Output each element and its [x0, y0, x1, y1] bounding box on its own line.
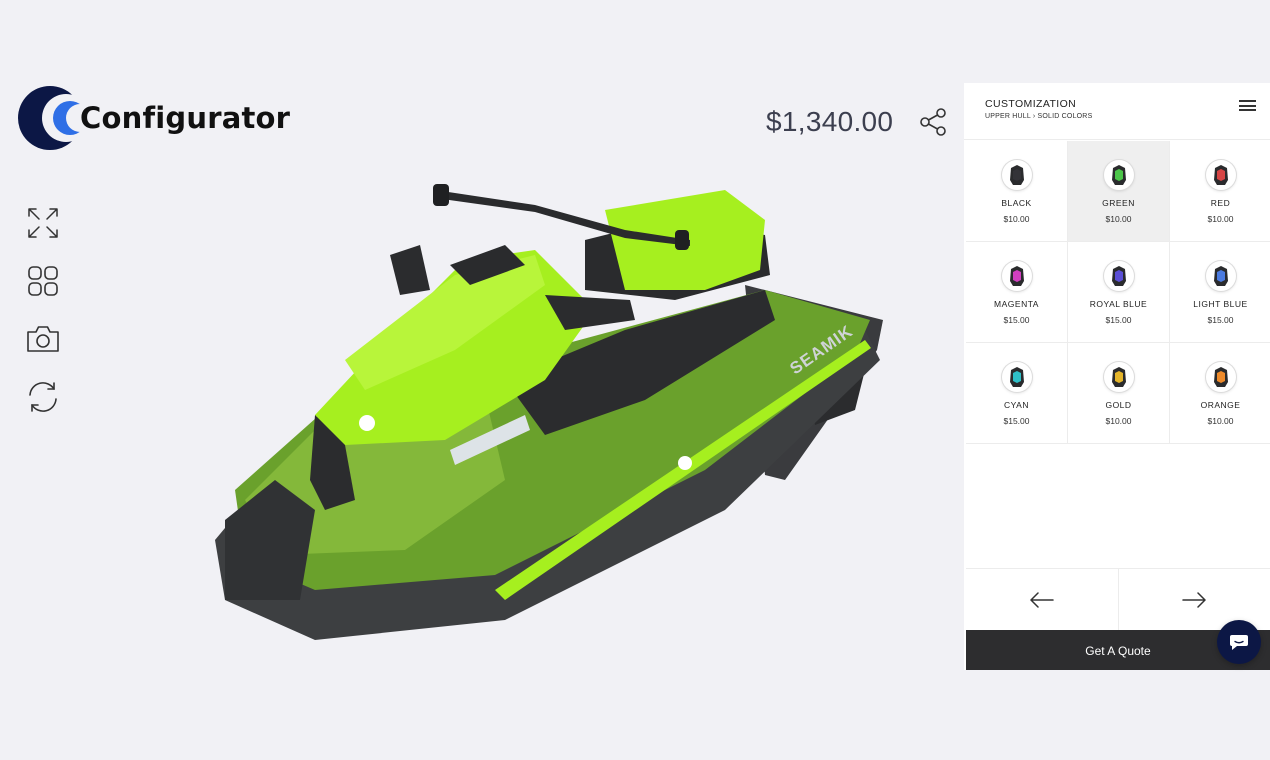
color-name: ORANGE — [1200, 400, 1241, 410]
color-option[interactable]: ORANGE $10.00 — [1170, 343, 1270, 444]
color-name: ROYAL BLUE — [1089, 299, 1148, 309]
camera-icon — [27, 326, 59, 352]
share-icon — [920, 108, 946, 136]
grid-view-button[interactable] — [24, 262, 62, 300]
color-swatch — [1205, 362, 1236, 392]
rotate-button[interactable] — [24, 378, 62, 416]
color-price: $15.00 — [1105, 315, 1132, 325]
panel-header: CUSTOMIZATION UPPER HULL › SOLID COLORS — [964, 83, 1270, 140]
color-price: $10.00 — [1105, 416, 1132, 426]
color-swatch — [1103, 362, 1134, 392]
hamburger-icon-line — [1239, 104, 1256, 107]
color-option[interactable]: RED $10.00 — [1170, 141, 1270, 242]
color-option[interactable]: BLACK $10.00 — [966, 141, 1068, 242]
color-name: CYAN — [1004, 400, 1029, 410]
fullscreen-icon — [28, 208, 58, 238]
customization-panel: CUSTOMIZATION UPPER HULL › SOLID COLORS … — [964, 83, 1270, 670]
rotate-icon — [29, 382, 57, 412]
panel-title: CUSTOMIZATION — [985, 98, 1077, 110]
color-swatch — [1001, 362, 1032, 392]
color-option[interactable]: GREEN $10.00 — [1068, 141, 1170, 242]
jet-ski-color-icon — [1111, 266, 1126, 286]
screenshot-button[interactable] — [24, 320, 62, 358]
color-option[interactable]: LIGHT BLUE $15.00 — [1170, 242, 1270, 343]
chat-button[interactable] — [1217, 620, 1261, 664]
color-swatch — [1205, 261, 1236, 291]
color-name: LIGHT BLUE — [1193, 299, 1248, 309]
color-swatch — [1001, 261, 1032, 291]
color-name: RED — [1210, 198, 1231, 208]
color-option[interactable]: MAGENTA $15.00 — [966, 242, 1068, 343]
color-swatch — [1001, 160, 1032, 190]
arrow-right-icon — [1182, 591, 1206, 608]
color-price: $15.00 — [1003, 416, 1030, 426]
jet-ski-color-icon — [1111, 367, 1126, 387]
jet-ski-image: SEAMIK — [215, 184, 883, 640]
color-price: $15.00 — [1207, 315, 1234, 325]
hamburger-icon-line — [1239, 100, 1256, 102]
color-price: $10.00 — [1207, 416, 1234, 426]
jet-ski-color-icon — [1009, 367, 1024, 387]
arrow-left-icon — [1030, 591, 1054, 608]
menu-button[interactable] — [1239, 100, 1256, 112]
jet-ski-color-icon — [1213, 266, 1228, 286]
jet-ski-color-icon — [1009, 266, 1024, 286]
jet-ski-color-icon — [1213, 165, 1228, 185]
grid-view-icon — [28, 266, 58, 296]
panel-navigation — [966, 568, 1270, 630]
brand-name: Configurator — [80, 101, 291, 135]
color-price: $10.00 — [1105, 214, 1132, 224]
color-price: $10.00 — [1003, 214, 1030, 224]
brand-logo[interactable]: Configurator — [18, 85, 290, 151]
previous-button[interactable] — [966, 569, 1118, 630]
product-viewer[interactable]: SEAMIK — [205, 180, 895, 655]
color-grid: BLACK $10.00 GREEN $10.00 RED $10.00 MAGENTA $1… — [966, 141, 1270, 444]
color-price: $15.00 — [1003, 315, 1030, 325]
hamburger-icon-line — [1239, 109, 1256, 111]
color-option[interactable]: ROYAL BLUE $15.00 — [1068, 242, 1170, 343]
color-option[interactable]: CYAN $15.00 — [966, 343, 1068, 444]
color-price: $10.00 — [1207, 214, 1234, 224]
view-toolbar — [24, 204, 62, 436]
jet-ski-color-icon — [1213, 367, 1228, 387]
color-option[interactable]: GOLD $10.00 — [1068, 343, 1170, 444]
breadcrumb[interactable]: UPPER HULL › SOLID COLORS — [985, 113, 1092, 120]
color-swatch — [1103, 261, 1134, 291]
jet-ski-color-icon — [1009, 165, 1024, 185]
share-button[interactable] — [918, 107, 948, 137]
brand-logo-icon — [18, 86, 82, 150]
color-name: BLACK — [1001, 198, 1032, 208]
color-swatch — [1205, 160, 1236, 190]
fullscreen-button[interactable] — [24, 204, 62, 242]
jet-ski-color-icon — [1111, 165, 1126, 185]
color-swatch — [1103, 160, 1134, 190]
color-name: GOLD — [1105, 400, 1132, 410]
color-name: MAGENTA — [994, 299, 1039, 309]
color-name: GREEN — [1102, 198, 1135, 208]
total-price: $1,340.00 — [766, 106, 894, 137]
chat-icon — [1230, 635, 1248, 650]
